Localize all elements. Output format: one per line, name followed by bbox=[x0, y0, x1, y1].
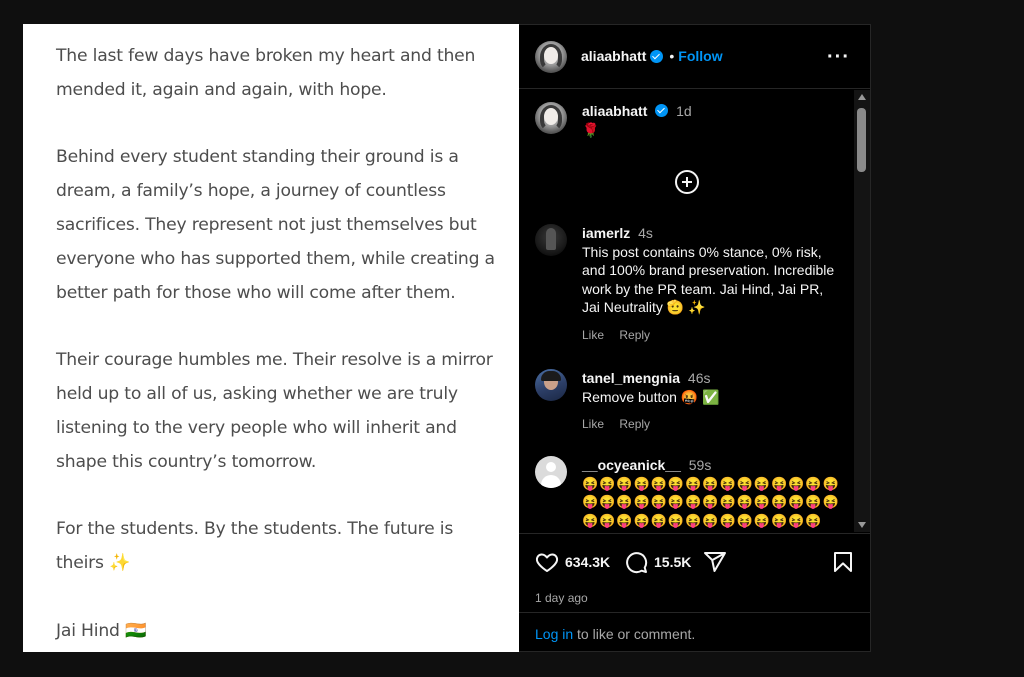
commenter-avatar[interactable] bbox=[535, 224, 567, 256]
share-action[interactable] bbox=[703, 550, 727, 574]
scrollbar-thumb[interactable] bbox=[857, 108, 866, 172]
header-separator: • bbox=[669, 48, 675, 64]
like-action[interactable]: 634.3K bbox=[535, 550, 610, 574]
commenter-avatar[interactable] bbox=[535, 369, 567, 401]
comment-time: 59s bbox=[688, 457, 712, 473]
comment-reply-button[interactable]: Reply bbox=[619, 328, 650, 342]
post-paragraph-4: For the students. By the students. The f… bbox=[56, 519, 454, 573]
scroll-down-arrow-icon[interactable] bbox=[858, 522, 866, 528]
post-paragraph-1: The last few days have broken my heart a… bbox=[56, 46, 476, 100]
load-more-comments-icon[interactable] bbox=[675, 170, 699, 194]
author-username[interactable]: aliaabhatt bbox=[581, 48, 646, 64]
comment-count[interactable]: 15.5K bbox=[654, 554, 691, 570]
comment-like-button[interactable]: Like bbox=[582, 328, 604, 342]
comment-username[interactable]: __ocyeanick__ bbox=[582, 457, 681, 473]
post-timestamp: 1 day ago bbox=[535, 591, 588, 605]
post-text: The last few days have broken my heart a… bbox=[56, 40, 496, 648]
actions-bar: 634.3K 15.5K 1 day ago Log in to like or… bbox=[519, 533, 870, 653]
post-side-panel: aliaabhatt • Follow ··· aliaabhatt 1d 🌹 bbox=[519, 24, 871, 652]
post-paragraph-2: Behind every student standing their grou… bbox=[56, 147, 495, 303]
comments-list: aliaabhatt 1d 🌹 iamerlz 4s This post con… bbox=[519, 90, 855, 532]
post-paragraph-5: Jai Hind 🇮🇳 bbox=[56, 620, 147, 641]
login-prompt-text: to like or comment. bbox=[573, 626, 696, 642]
like-count[interactable]: 634.3K bbox=[565, 554, 610, 570]
caption-text: 🌹 bbox=[582, 121, 600, 138]
login-prompt: Log in to like or comment. bbox=[519, 612, 870, 654]
comment-item: __ocyeanick__ 59s 😝😝😝😝😝😝😝😝😝😝😝😝😝😝😝😝😝😝😝😝😝😝… bbox=[535, 456, 845, 532]
share-icon[interactable] bbox=[703, 550, 727, 574]
caption: aliaabhatt 1d 🌹 bbox=[535, 102, 845, 142]
comment-username[interactable]: iamerlz bbox=[582, 225, 630, 241]
author-avatar[interactable] bbox=[535, 41, 567, 73]
post-paragraph-3: Their courage humbles me. Their resolve … bbox=[56, 350, 493, 472]
follow-button[interactable]: Follow bbox=[678, 48, 722, 64]
comment-reply-button[interactable]: Reply bbox=[619, 417, 650, 431]
caption-time: 1d bbox=[676, 103, 692, 119]
comment-text: This post contains 0% stance, 0% risk, a… bbox=[582, 243, 835, 316]
comment-icon[interactable] bbox=[624, 550, 648, 574]
comment-text: Remove button 🤬 ✅ bbox=[582, 388, 720, 405]
post-header: aliaabhatt • Follow ··· bbox=[519, 25, 870, 89]
caption-username[interactable]: aliaabhatt bbox=[582, 103, 647, 119]
comments-scrollbar[interactable] bbox=[854, 90, 870, 532]
verified-badge-icon bbox=[655, 104, 669, 117]
comment-time: 46s bbox=[687, 370, 711, 386]
comment-username[interactable]: tanel_mengnia bbox=[582, 370, 680, 386]
comment-like-button[interactable]: Like bbox=[582, 417, 604, 431]
action-row: 634.3K 15.5K bbox=[535, 550, 855, 576]
header-user-block: aliaabhatt • Follow bbox=[581, 48, 723, 64]
comment-action[interactable]: 15.5K bbox=[624, 550, 691, 574]
scroll-up-arrow-icon[interactable] bbox=[858, 94, 866, 100]
more-options-icon[interactable]: ··· bbox=[827, 47, 850, 67]
commenter-avatar[interactable] bbox=[535, 456, 567, 488]
heart-icon[interactable] bbox=[535, 550, 559, 574]
caption-avatar[interactable] bbox=[535, 102, 567, 134]
post-image: The last few days have broken my heart a… bbox=[23, 24, 519, 652]
comment-actions: Like Reply bbox=[582, 415, 844, 434]
comment-item: iamerlz 4s This post contains 0% stance,… bbox=[535, 224, 845, 344]
comment-actions: Like Reply bbox=[582, 326, 844, 345]
comment-time: 4s bbox=[638, 225, 653, 241]
verified-badge-icon bbox=[650, 49, 664, 63]
comment-text: 😝😝😝😝😝😝😝😝😝😝😝😝😝😝😝😝😝😝😝😝😝😝😝😝😝😝😝😝😝😝😝😝😝😝😝😝😝😝😝😝… bbox=[582, 475, 840, 528]
comment-item: tanel_mengnia 46s Remove button 🤬 ✅ Like… bbox=[535, 369, 845, 439]
save-action[interactable] bbox=[831, 550, 855, 574]
login-link[interactable]: Log in bbox=[535, 626, 573, 642]
bookmark-icon[interactable] bbox=[831, 550, 855, 574]
